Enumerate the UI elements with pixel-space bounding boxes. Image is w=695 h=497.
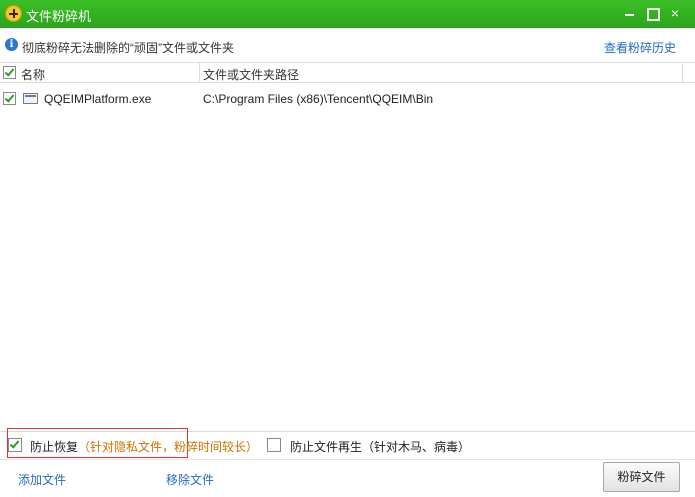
view-history-link[interactable]: 查看粉碎历史 xyxy=(604,39,676,56)
app-icon xyxy=(5,5,22,22)
checkmark-icon xyxy=(4,92,15,103)
shred-button[interactable]: 粉碎文件 xyxy=(603,462,680,492)
checkmark-icon xyxy=(9,438,20,449)
add-file-link[interactable]: 添加文件 xyxy=(18,471,66,488)
close-icon[interactable]: × xyxy=(663,2,687,24)
column-header-name[interactable]: 名称 xyxy=(21,66,45,83)
file-path: C:\Program Files (x86)\Tencent\QQEIM\Bin xyxy=(203,92,434,106)
maximize-icon[interactable] xyxy=(640,2,664,24)
file-name: QQEIMPlatform.exe xyxy=(44,92,152,106)
bottom-bar xyxy=(0,459,695,497)
exe-file-icon xyxy=(23,93,38,104)
row-checkbox[interactable] xyxy=(3,92,16,105)
file-list-row[interactable]: QQEIMPlatform.exe C:\Program Files (x86)… xyxy=(0,88,695,110)
select-all-checkbox[interactable] xyxy=(3,66,16,79)
prevent-recovery-note: （针对隐私文件，粉碎时间较长） xyxy=(78,440,259,454)
window-title: 文件粉碎机 xyxy=(26,9,92,24)
title-bar: 文件粉碎机 × xyxy=(0,0,695,28)
list-header: 名称 文件或文件夹路径 xyxy=(0,62,695,83)
column-divider[interactable] xyxy=(682,63,683,82)
column-header-path[interactable]: 文件或文件夹路径 xyxy=(203,66,299,83)
column-divider[interactable] xyxy=(199,63,200,82)
info-text: 彻底粉碎无法删除的“顽固”文件或文件夹 xyxy=(22,41,234,55)
prevent-regen-label[interactable]: 防止文件再生（针对木马、病毒） xyxy=(290,438,470,455)
info-bar: i 彻底粉碎无法删除的“顽固”文件或文件夹 查看粉碎历史 xyxy=(0,28,695,62)
checkmark-icon xyxy=(4,66,15,77)
minimize-icon[interactable] xyxy=(618,2,642,24)
prevent-recovery-checkbox[interactable] xyxy=(8,438,22,452)
prevent-regen-checkbox[interactable] xyxy=(267,438,281,452)
prevent-recovery-label[interactable]: 防止恢复（针对隐私文件，粉碎时间较长） xyxy=(30,438,258,455)
remove-file-link[interactable]: 移除文件 xyxy=(166,471,214,488)
info-icon: i xyxy=(5,38,18,51)
prevent-recovery-text: 防止恢复 xyxy=(30,440,79,454)
